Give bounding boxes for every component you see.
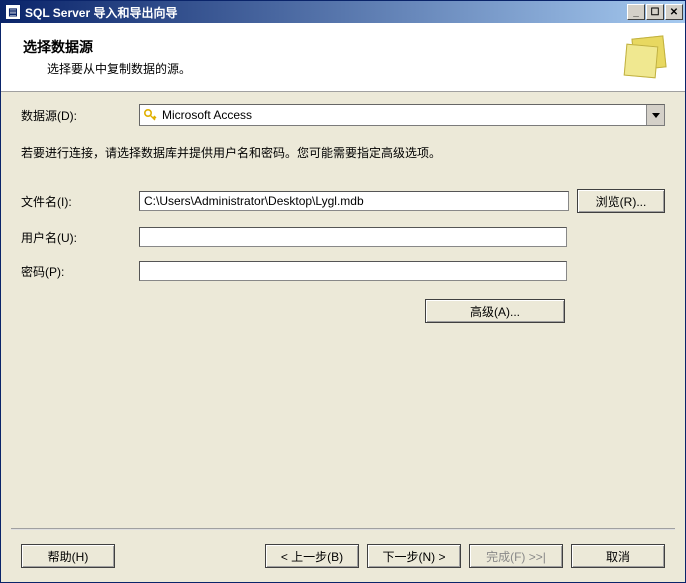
page-subtitle: 选择要从中复制数据的源。 <box>23 60 621 77</box>
datasource-combo[interactable]: Microsoft Access <box>139 104 665 126</box>
wizard-header: 选择数据源 选择要从中复制数据的源。 <box>1 23 685 92</box>
browse-button[interactable]: 浏览(R)... <box>577 189 665 213</box>
datasource-value: Microsoft Access <box>160 108 646 122</box>
wizard-icon <box>621 33 669 81</box>
title-bar: ▤ SQL Server 导入和导出向导 _ ☐ ✕ <box>1 1 685 23</box>
cancel-button[interactable]: 取消 <box>571 544 665 568</box>
finish-button: 完成(F) >>| <box>469 544 563 568</box>
advanced-button[interactable]: 高级(A)... <box>425 299 565 323</box>
next-button[interactable]: 下一步(N) > <box>367 544 461 568</box>
key-icon <box>140 108 160 122</box>
wizard-footer: 帮助(H) < 上一步(B) 下一步(N) > 完成(F) >>| 取消 <box>1 530 685 582</box>
password-label: 密码(P): <box>21 263 139 280</box>
window-title: SQL Server 导入和导出向导 <box>25 4 627 21</box>
app-icon: ▤ <box>5 4 21 20</box>
password-input[interactable] <box>139 261 567 281</box>
instruction-text: 若要进行连接，请选择数据库并提供用户名和密码。您可能需要指定高级选项。 <box>21 144 665 161</box>
back-button[interactable]: < 上一步(B) <box>265 544 359 568</box>
username-label: 用户名(U): <box>21 229 139 246</box>
page-title: 选择数据源 <box>23 37 621 57</box>
filename-input[interactable] <box>139 191 569 211</box>
help-button[interactable]: 帮助(H) <box>21 544 115 568</box>
filename-label: 文件名(I): <box>21 193 139 210</box>
close-button[interactable]: ✕ <box>665 4 683 20</box>
username-input[interactable] <box>139 227 567 247</box>
content-area: 数据源(D): Microsoft Access 若要进行连接，请选择数据库并提… <box>1 92 685 528</box>
wizard-window: ▤ SQL Server 导入和导出向导 _ ☐ ✕ 选择数据源 选择要从中复制… <box>0 0 686 583</box>
minimize-button[interactable]: _ <box>627 4 645 20</box>
chevron-down-icon[interactable] <box>646 105 664 125</box>
maximize-button[interactable]: ☐ <box>646 4 664 20</box>
datasource-label: 数据源(D): <box>21 107 139 124</box>
